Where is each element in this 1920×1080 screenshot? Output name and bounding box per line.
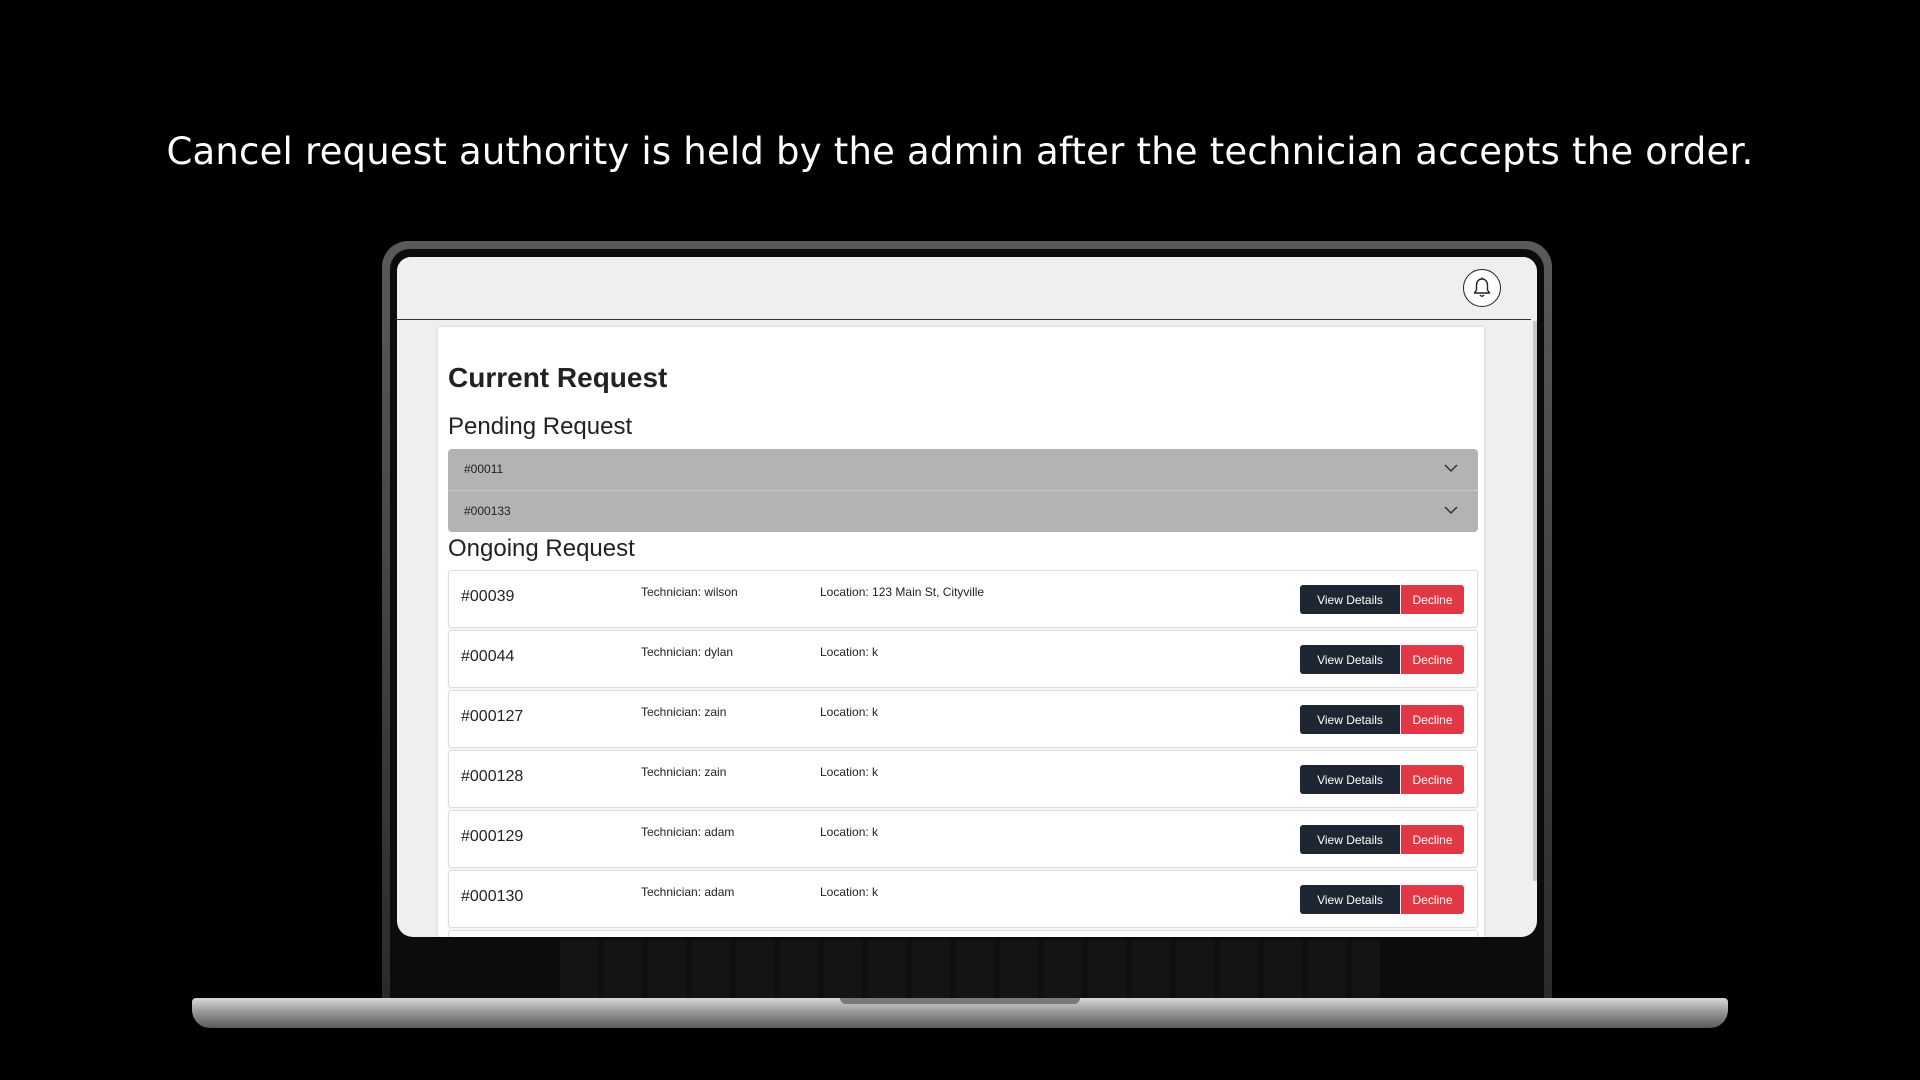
decline-button[interactable]: Decline [1401, 705, 1464, 734]
ongoing-request-row: #000130 Technician: adam Location: k Vie… [448, 870, 1478, 928]
ongoing-request-list: #00039 Technician: wilson Location: 123 … [448, 570, 1478, 937]
ongoing-request-row: #00044 Technician: dylan Location: k Vie… [448, 630, 1478, 688]
view-details-button[interactable]: View Details [1300, 765, 1400, 794]
page-title: Current Request [448, 362, 668, 393]
laptop-notch [840, 998, 1080, 1004]
pending-request-item[interactable]: #00011 [448, 449, 1478, 491]
request-id: #000128 [461, 768, 524, 785]
decline-button[interactable]: Decline [1401, 825, 1464, 854]
location-label: Location: k [820, 885, 879, 899]
ongoing-request-row-partial [448, 930, 1478, 937]
ongoing-request-row: #00039 Technician: wilson Location: 123 … [448, 570, 1478, 628]
decline-button[interactable]: Decline [1401, 645, 1464, 674]
ongoing-request-row: #000129 Technician: adam Location: k Vie… [448, 810, 1478, 868]
location-label: Location: k [820, 825, 879, 839]
pending-request-id: #00011 [464, 462, 504, 476]
ongoing-request-row: #000127 Technician: zain Location: k Vie… [448, 690, 1478, 748]
pending-request-list: #00011 #000133 [448, 449, 1478, 532]
request-id: #00039 [461, 588, 515, 605]
chevron-down-icon [1444, 464, 1458, 473]
technician-label: Technician: dylan [641, 645, 734, 659]
technician-label: Technician: adam [641, 825, 735, 839]
location-label: Location: 123 Main St, Cityville [820, 585, 985, 599]
keyboard-reflection [560, 940, 1380, 1000]
request-id: #000127 [461, 708, 524, 725]
scrollbar[interactable] [1533, 321, 1537, 881]
laptop-screen: Current Request Pending Request #00011 #… [397, 257, 1537, 937]
technician-label: Technician: zain [641, 705, 727, 719]
notification-button[interactable] [1463, 269, 1501, 307]
view-details-button[interactable]: View Details [1300, 645, 1400, 674]
pending-request-item[interactable]: #000133 [448, 491, 1478, 532]
location-label: Location: k [820, 765, 879, 779]
view-details-button[interactable]: View Details [1300, 825, 1400, 854]
technician-label: Technician: zain [641, 765, 727, 779]
request-id: #00044 [461, 648, 515, 665]
request-id: #000129 [461, 828, 524, 845]
top-navbar [397, 257, 1531, 320]
ongoing-request-row: #000128 Technician: zain Location: k Vie… [448, 750, 1478, 808]
view-details-button[interactable]: View Details [1300, 585, 1400, 614]
main-panel: Current Request Pending Request #00011 #… [438, 327, 1484, 937]
location-label: Location: k [820, 645, 879, 659]
chevron-down-icon [1444, 506, 1458, 515]
slide-caption: Cancel request authority is held by the … [166, 130, 1754, 173]
decline-button[interactable]: Decline [1401, 585, 1464, 614]
pending-request-id: #000133 [464, 504, 511, 518]
view-details-button[interactable]: View Details [1300, 705, 1400, 734]
decline-button[interactable]: Decline [1401, 885, 1464, 914]
pending-section-title: Pending Request [448, 413, 633, 440]
view-details-button[interactable]: View Details [1300, 885, 1400, 914]
technician-label: Technician: wilson [641, 585, 738, 599]
technician-label: Technician: adam [641, 885, 735, 899]
bell-icon [1473, 277, 1491, 297]
location-label: Location: k [820, 705, 879, 719]
decline-button[interactable]: Decline [1401, 765, 1464, 794]
ongoing-section-title: Ongoing Request [448, 535, 635, 562]
request-id: #000130 [461, 888, 524, 905]
